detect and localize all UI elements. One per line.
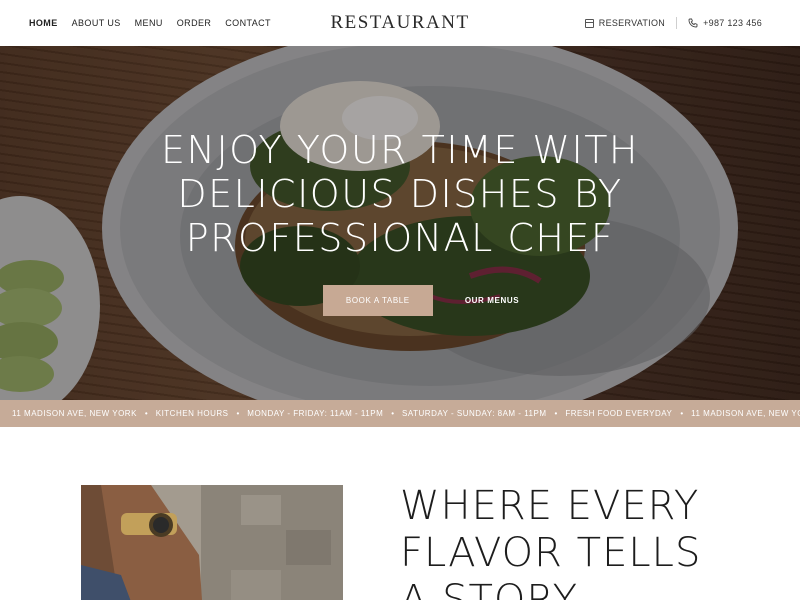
calendar-icon xyxy=(584,18,594,28)
ticker-separator: • xyxy=(554,409,558,418)
phone-number: +987 123 456 xyxy=(703,18,762,28)
about-heading-line: WHERE EVERY xyxy=(400,483,700,529)
hero-title-line: PROFESSIONAL CHEF xyxy=(185,216,615,260)
hero-title-line: ENJOY YOUR TIME WITH xyxy=(161,128,639,172)
ticker-item: KITCHEN HOURS xyxy=(155,409,229,418)
hero-banner: ENJOY YOUR TIME WITH DELICIOUS DISHES BY… xyxy=(0,46,800,400)
ticker-separator: • xyxy=(391,409,395,418)
ticker-separator: • xyxy=(144,409,148,418)
book-a-table-button[interactable]: BOOK A TABLE xyxy=(322,285,433,316)
hero-title-line: DELICIOUS DISHES BY xyxy=(177,172,623,216)
chef-hand-with-watch-image xyxy=(81,485,343,600)
reservation-label: RESERVATION xyxy=(598,18,666,28)
ticker-separator: • xyxy=(236,409,240,418)
phone-link[interactable]: +987 123 456 xyxy=(688,18,762,28)
ticker-track: 11 MADISON AVE, NEW YORK • KITCHEN HOURS… xyxy=(0,409,800,418)
site-header: HOME ABOUT US MENU ORDER CONTACT RESTAUR… xyxy=(0,0,800,46)
about-heading-line: A STORY xyxy=(400,577,579,600)
ticker-item: MONDAY - FRIDAY: 11AM - 11PM xyxy=(247,409,384,418)
about-section: WHERE EVERY FLAVOR TELLS A STORY xyxy=(0,427,800,600)
about-heading-line: FLAVOR TELLS xyxy=(400,530,702,576)
about-heading: WHERE EVERY FLAVOR TELLS A STORY xyxy=(400,483,780,600)
reservation-link[interactable]: RESERVATION xyxy=(584,18,666,28)
ticker-item: FRESH FOOD EVERYDAY xyxy=(565,409,673,418)
header-divider xyxy=(676,17,678,29)
ticker-item: 11 MADISON AVE, NEW YO xyxy=(691,409,800,418)
our-menus-button[interactable]: OUR MENUS xyxy=(455,296,529,305)
info-ticker: 11 MADISON AVE, NEW YORK • KITCHEN HOURS… xyxy=(0,400,800,427)
ticker-item: SATURDAY - SUNDAY: 8AM - 11PM xyxy=(402,409,547,418)
ticker-separator: • xyxy=(680,409,684,418)
hero-title: ENJOY YOUR TIME WITH DELICIOUS DISHES BY… xyxy=(0,128,800,260)
phone-icon xyxy=(688,18,698,28)
hero-actions: BOOK A TABLE OUR MENUS xyxy=(0,285,800,316)
header-actions: RESERVATION +987 123 456 xyxy=(584,0,762,46)
chef-photo xyxy=(81,485,343,600)
ticker-item: 11 MADISON AVE, NEW YORK xyxy=(12,409,137,418)
